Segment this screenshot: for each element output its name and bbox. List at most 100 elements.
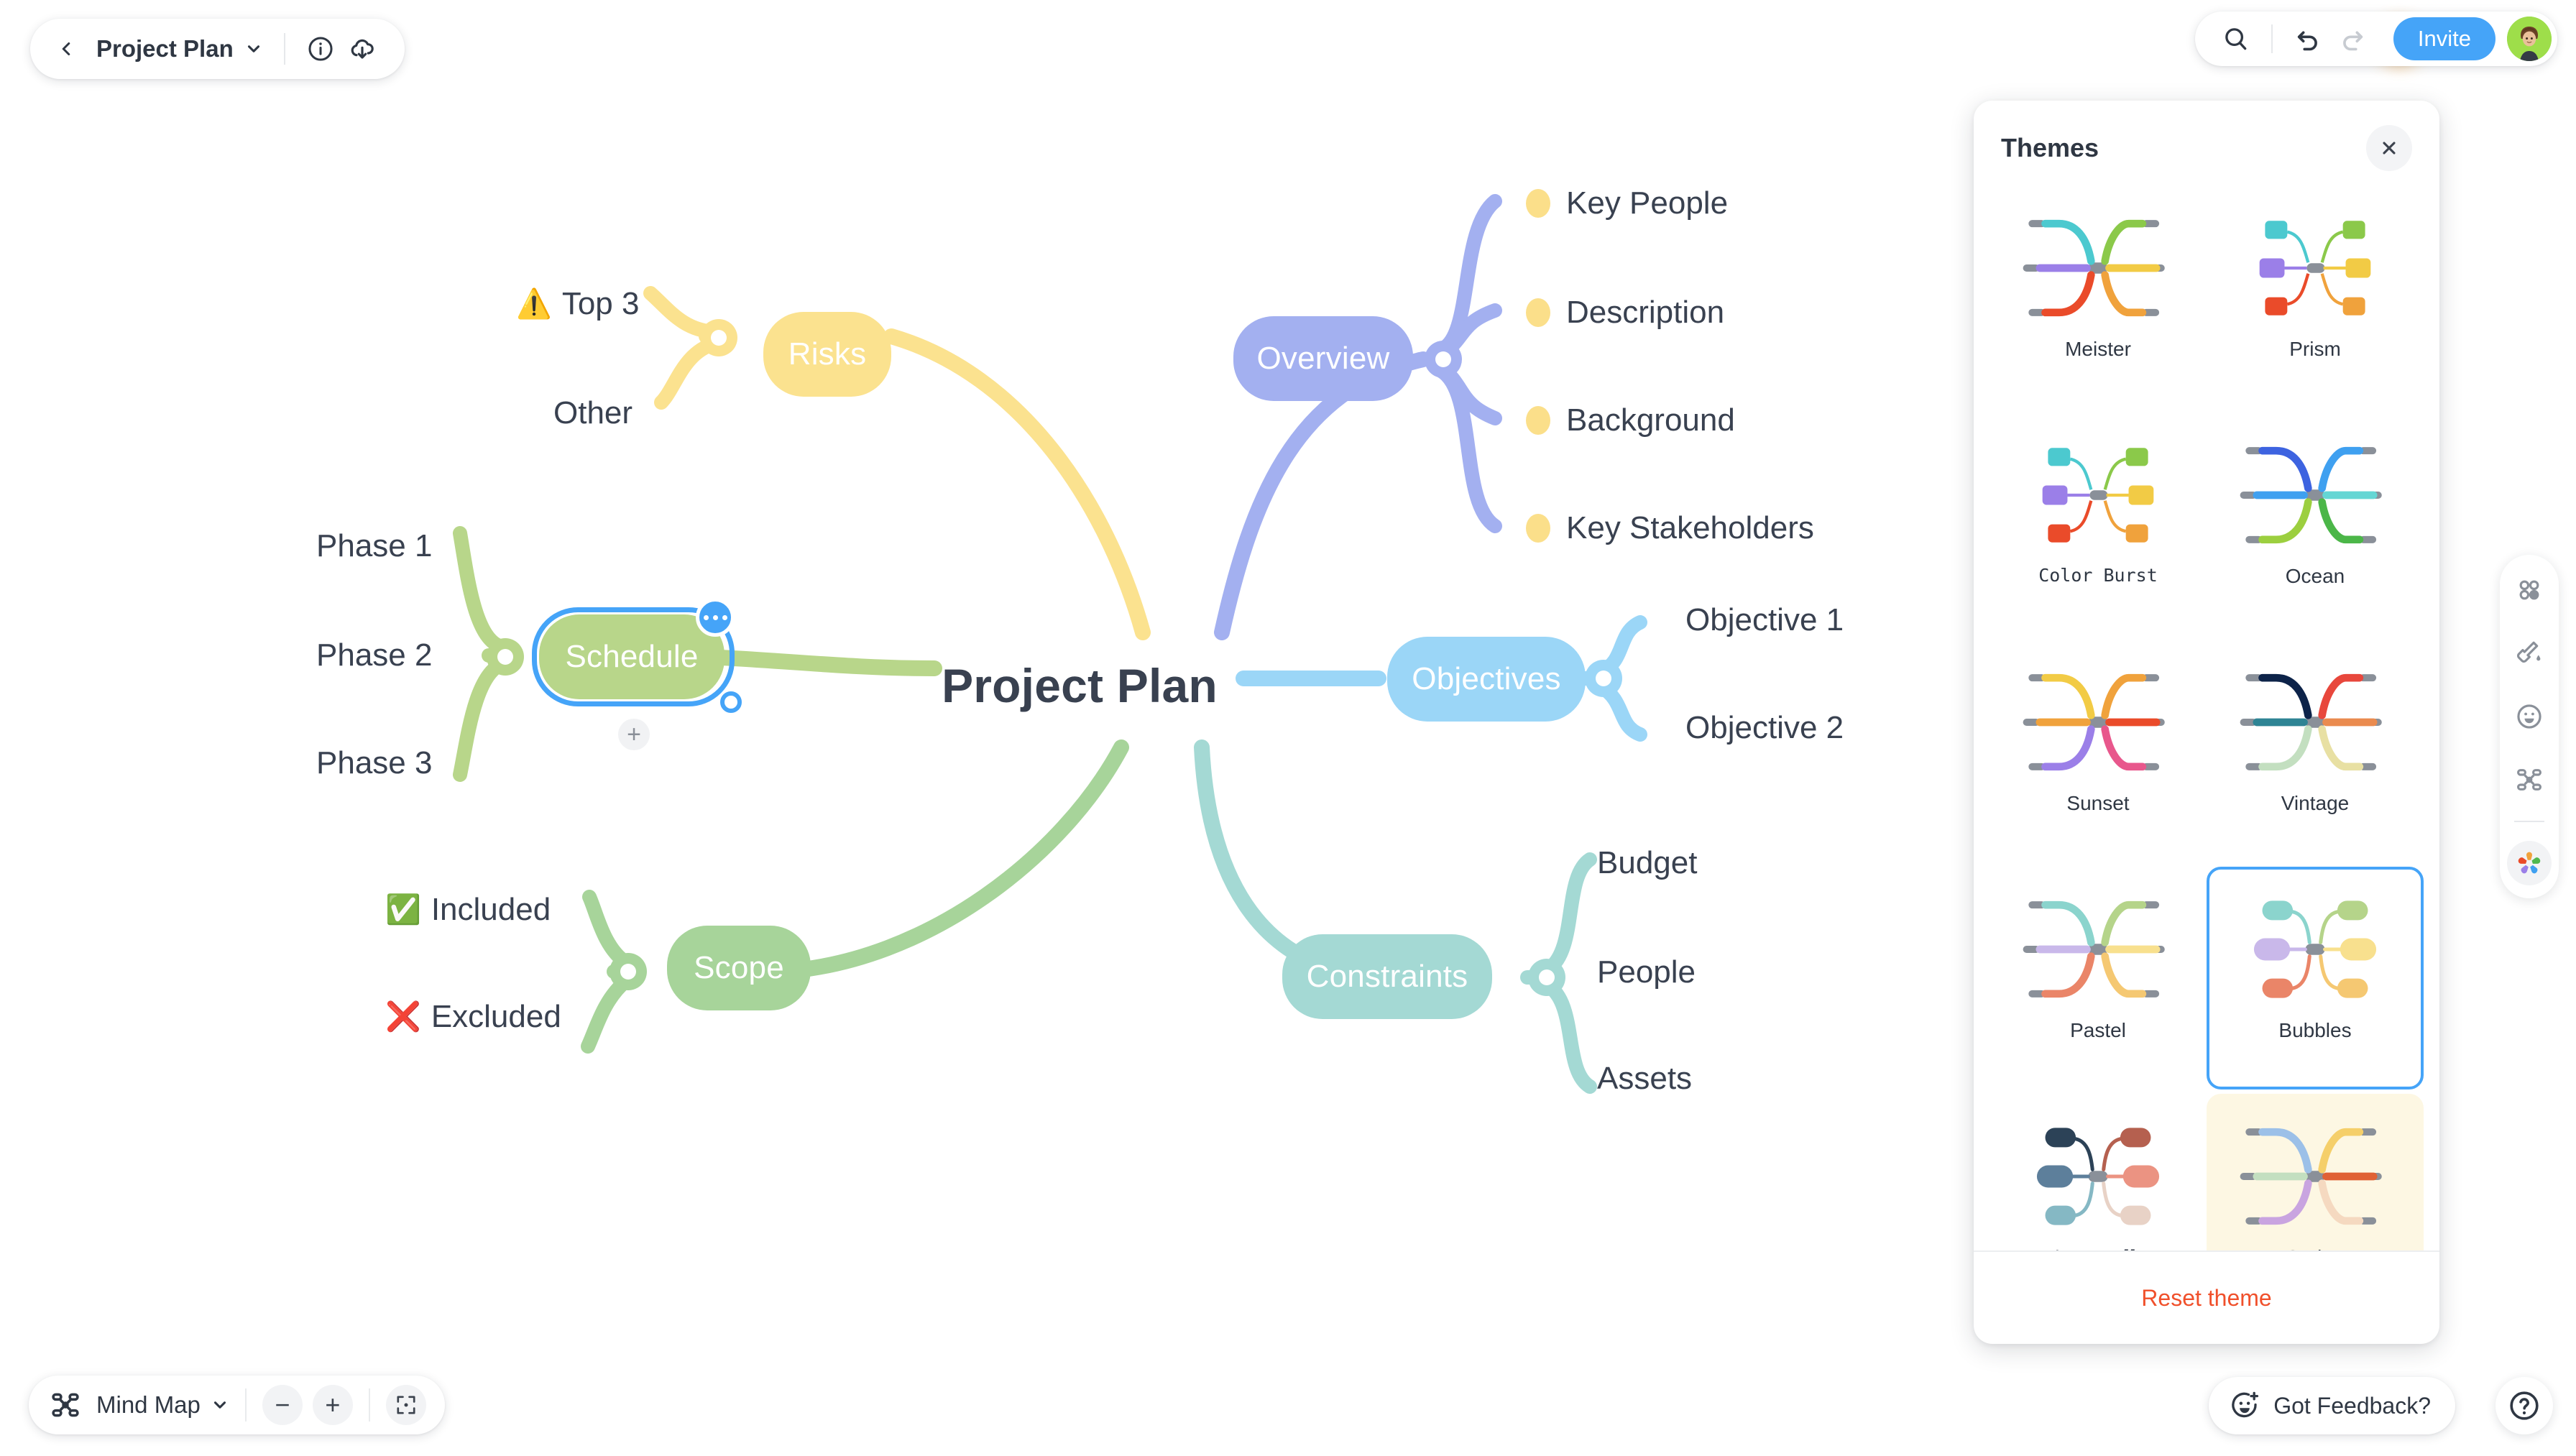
question-circle-icon[interactable] (2496, 1377, 2553, 1434)
leaf-label: Key People (1566, 185, 1729, 221)
mindmap-icon[interactable] (49, 1388, 82, 1422)
mindmap-node-schedule[interactable]: Schedule (539, 614, 724, 699)
invite-button[interactable]: Invite (2393, 17, 2496, 60)
theme-thumbnail-icon (2015, 1111, 2181, 1242)
node-label: Constraints (1306, 959, 1468, 994)
document-title[interactable]: Project Plan (86, 35, 238, 63)
tools-rail (2500, 555, 2559, 898)
node-resize-handle[interactable] (720, 691, 742, 713)
theme-option-vintage[interactable]: Vintage (2207, 640, 2424, 862)
leaf-key-people[interactable]: Key People (1526, 185, 1728, 221)
smiley-plus-icon (2229, 1390, 2260, 1422)
redo-icon[interactable] (2330, 17, 2375, 61)
palette-icon[interactable] (2507, 841, 2552, 885)
yellow-dot-icon (1526, 514, 1550, 543)
leaf-phase-3[interactable]: Phase 3 (316, 745, 432, 781)
theme-option-color-burst[interactable]: Color Burst (1990, 413, 2207, 635)
back-button[interactable] (46, 29, 86, 69)
theme-thumbnail-icon (2232, 430, 2398, 561)
zoom-out-button[interactable]: − (262, 1385, 303, 1425)
theme-option-sunset[interactable]: Sunset (1990, 640, 2207, 862)
yellow-dot-icon (1526, 298, 1550, 327)
theme-thumbnail-icon (2232, 657, 2398, 788)
leaf-phase-2[interactable]: Phase 2 (316, 637, 432, 673)
chevron-down-icon[interactable] (211, 1396, 229, 1414)
mindmap-node-objectives[interactable]: Objectives (1387, 637, 1586, 722)
theme-thumbnail-icon (2015, 203, 2181, 333)
divider (283, 33, 285, 65)
feedback-button[interactable]: Got Feedback? (2209, 1377, 2455, 1434)
theme-option-bubbles[interactable]: Bubbles (2207, 867, 2424, 1089)
cloud-download-icon[interactable] (341, 28, 383, 70)
leaf-label: Phase 2 (316, 637, 433, 673)
info-circle-icon[interactable] (300, 28, 341, 70)
themes-panel: Themes Meister Prism Color Burst Ocean Sunse… (1974, 101, 2439, 1344)
mindmap-node-scope[interactable]: Scope (667, 926, 811, 1010)
yellow-dot-icon (1526, 189, 1550, 218)
leaf-included[interactable]: ✅ Included (385, 892, 551, 928)
leaf-phase-1[interactable]: Phase 1 (316, 528, 432, 564)
theme-name: Vintage (2281, 792, 2350, 814)
theme-option-spring[interactable]: Spring (2207, 1094, 2424, 1250)
leaf-label: Description (1566, 295, 1725, 330)
leaf-label: Objective 1 (1685, 602, 1844, 637)
leaf-other[interactable]: Other (553, 395, 632, 431)
leaf-background[interactable]: Background (1526, 402, 1735, 438)
theme-option-meister[interactable]: Meister (1990, 185, 2207, 408)
theme-name: Ocean (2285, 565, 2345, 587)
leaf-budget[interactable]: Budget (1597, 845, 1697, 881)
mindmap-node-overview[interactable]: Overview (1233, 316, 1413, 401)
undo-icon[interactable] (2286, 17, 2330, 61)
leaf-description[interactable]: Description (1526, 295, 1724, 331)
smiley-icon[interactable] (2507, 694, 2552, 739)
yellow-dot-icon (1526, 406, 1550, 435)
node-label: Risks (788, 336, 867, 372)
mindmap-node-risks[interactable]: Risks (763, 312, 891, 397)
leaf-assets[interactable]: Assets (1597, 1061, 1692, 1097)
add-child-node-button[interactable]: + (618, 719, 650, 750)
theme-name: Pastel (2070, 1019, 2126, 1041)
theme-option-prism[interactable]: Prism (2207, 185, 2424, 408)
leaf-top-3[interactable]: ⚠️ Top 3 (516, 286, 639, 322)
invite-label: Invite (2417, 26, 2471, 51)
leaf-label: Included (431, 892, 551, 927)
avatar[interactable] (2507, 17, 2552, 61)
main-toolbar: Invite (2194, 11, 2557, 66)
mindmap-node-constraints[interactable]: Constraints (1282, 934, 1492, 1019)
theme-option-ocean[interactable]: Ocean (2207, 413, 2424, 635)
leaf-objective-2[interactable]: Objective 2 (1685, 710, 1844, 746)
view-mode-label[interactable]: Mind Map (96, 1391, 201, 1419)
cross-mark-icon: ❌ (385, 1001, 421, 1033)
mindmap-root-node[interactable]: Project Plan (942, 655, 1218, 716)
leaf-people[interactable]: People (1597, 954, 1696, 990)
mindmap-icon[interactable] (2507, 757, 2552, 802)
fit-to-screen-icon[interactable] (385, 1385, 426, 1425)
leaf-label: Top 3 (561, 286, 640, 321)
view-toolbar: Mind Map − + (29, 1376, 445, 1434)
feedback-label: Got Feedback? (2273, 1392, 2431, 1419)
themes-panel-footer: Reset theme (1974, 1250, 2439, 1344)
root-label: Project Plan (942, 659, 1218, 712)
leaf-label: Background (1566, 402, 1735, 438)
themes-panel-header: Themes (1974, 101, 2439, 178)
leaf-excluded[interactable]: ❌ Excluded (385, 999, 561, 1035)
theme-name: Sunset (2066, 792, 2130, 814)
apps-grid-icon[interactable] (2507, 568, 2552, 612)
theme-thumbnail-icon (2232, 884, 2398, 1015)
theme-name: Meister (2065, 338, 2131, 360)
node-context-menu-button[interactable] (696, 598, 735, 637)
zoom-in-button[interactable]: + (312, 1385, 353, 1425)
close-icon[interactable] (2366, 125, 2412, 171)
mindmap-app: Project Plan Risks Schedule Scope Overvi… (0, 0, 2576, 1456)
zoom-in-label: + (325, 1390, 341, 1419)
node-label: Objectives (1412, 661, 1561, 696)
leaf-objective-1[interactable]: Objective 1 (1685, 602, 1844, 638)
paint-brush-icon[interactable] (2507, 631, 2552, 676)
theme-option-pastel[interactable]: Pastel (1990, 867, 2207, 1089)
reset-theme-button[interactable]: Reset theme (2141, 1285, 2271, 1312)
leaf-label: Excluded (431, 999, 561, 1034)
search-icon[interactable] (2214, 17, 2258, 61)
chevron-down-icon[interactable] (238, 29, 270, 69)
leaf-key-stakeholders[interactable]: Key Stakeholders (1526, 510, 1814, 546)
theme-option-aquarelle[interactable]: Aquarelle (1990, 1094, 2207, 1250)
